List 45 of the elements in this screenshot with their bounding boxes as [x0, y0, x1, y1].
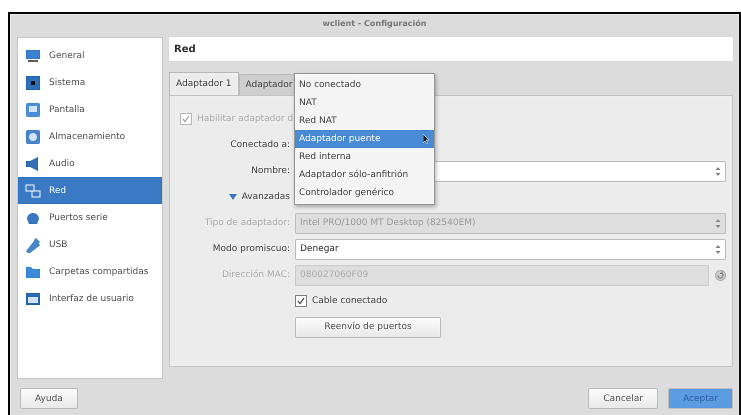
menu-item[interactable]: NAT: [295, 94, 434, 112]
sidebar-item[interactable]: Carpetas compartidas: [18, 258, 162, 285]
port-forwarding-button[interactable]: Reenvío de puertos: [295, 316, 441, 338]
sidebar-item[interactable]: USB: [18, 231, 162, 258]
field-label: Conectado a:: [230, 140, 290, 150]
sidebar-item[interactable]: Puertos serie: [18, 204, 162, 231]
cancel-button[interactable]: Cancelar: [588, 388, 658, 409]
sidebar-item[interactable]: Sistema: [18, 69, 162, 96]
network-icon: [25, 182, 41, 198]
sidebar-item[interactable]: Almacenamiento: [18, 123, 162, 150]
tab[interactable]: Adaptador 1: [169, 72, 238, 95]
spinner-arrows-icon: [715, 166, 721, 176]
sidebar-item[interactable]: Pantalla: [18, 96, 162, 123]
field-label: Nombre:: [251, 166, 290, 176]
refresh-icon[interactable]: [715, 270, 726, 280]
usb-icon: [25, 236, 41, 252]
cursor-icon: [423, 134, 430, 144]
sidebar-item[interactable]: Interfaz de usuario: [18, 285, 162, 312]
spinner-arrows-icon: [715, 244, 721, 254]
menu-item[interactable]: Controlador genérico: [295, 184, 434, 202]
sidebar-item[interactable]: Red: [18, 177, 162, 204]
checkmark-icon: [297, 297, 305, 305]
field-label: Dirección MAC:: [222, 270, 290, 280]
monitor-icon: [25, 48, 41, 64]
field-label: Modo promiscuo:: [212, 244, 290, 254]
window-title: wclient - Configuración: [322, 18, 428, 30]
speaker-icon: [25, 156, 41, 172]
window-icon: [25, 290, 41, 306]
spinner-arrows-icon: [715, 218, 721, 228]
menu-item[interactable]: Red interna: [295, 148, 434, 166]
checkmark-icon: [182, 115, 190, 123]
dropdown-field[interactable]: Denegar: [295, 238, 726, 260]
triangle-icon: [228, 193, 237, 201]
display-icon: [25, 102, 41, 118]
sidebar-item[interactable]: Audio: [18, 150, 162, 177]
field-label: Tipo de adaptador:: [204, 218, 290, 228]
page-title: Red: [169, 37, 733, 61]
checkbox[interactable]: Cable conectado: [295, 295, 726, 307]
advanced-toggle[interactable]: Avanzadas: [228, 192, 290, 202]
help-button[interactable]: Ayuda: [20, 388, 78, 409]
menu-item[interactable]: Adaptador sólo-anfitrión: [295, 166, 434, 184]
menu-item[interactable]: Adaptador puente: [295, 130, 434, 148]
sidebar-item[interactable]: General: [18, 42, 162, 69]
menu-item[interactable]: Red NAT: [295, 112, 434, 130]
chip-icon: [25, 74, 41, 90]
